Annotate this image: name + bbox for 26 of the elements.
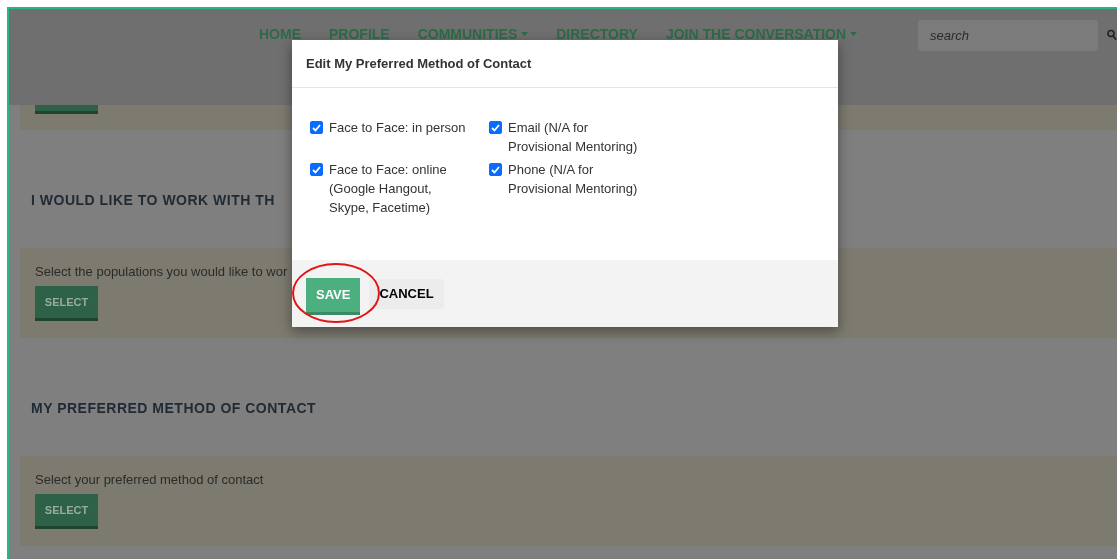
nav-link[interactable]: PROFILE bbox=[329, 26, 390, 42]
nav-link[interactable]: DIRECTORY bbox=[556, 26, 638, 42]
section-heading: MY PREFERRED METHOD OF CONTACT bbox=[31, 400, 317, 417]
option-label: Phone (N/A for Provisional Mentoring) bbox=[508, 161, 639, 198]
checkbox[interactable] bbox=[489, 121, 502, 134]
nav-link[interactable]: HOME bbox=[259, 26, 301, 42]
caret-icon bbox=[521, 32, 529, 36]
option-label: Face to Face: online (Google Hangout, Skype, Facetime) bbox=[329, 161, 448, 217]
nav-link[interactable]: JOIN THE CONVERSATION bbox=[665, 26, 858, 42]
prompt-text: Select the populations you would like to wor bbox=[35, 264, 289, 279]
select-button[interactable]: SELECT bbox=[35, 286, 98, 321]
search-icon[interactable] bbox=[1107, 29, 1117, 41]
checkbox[interactable] bbox=[489, 163, 502, 176]
modal-title: Edit My Preferred Method of Contact bbox=[292, 40, 838, 88]
option-label: Face to Face: in person bbox=[329, 119, 467, 137]
checkbox[interactable] bbox=[310, 163, 323, 176]
save-button[interactable]: SAVE bbox=[306, 277, 361, 315]
search-field[interactable]: search bbox=[918, 20, 1098, 51]
cancel-button[interactable]: CANCEL bbox=[369, 278, 444, 309]
caret-icon bbox=[850, 32, 858, 36]
option-label: Email (N/A for Provisional Mentoring) bbox=[508, 119, 639, 156]
checkbox[interactable] bbox=[310, 121, 323, 134]
section-heading: I WOULD LIKE TO WORK WITH TH bbox=[31, 192, 275, 209]
select-button[interactable]: SELECT bbox=[35, 494, 98, 529]
nav-link[interactable]: COMMUNITIES bbox=[417, 26, 529, 42]
prompt-text: Select your preferred method of contact bbox=[35, 472, 265, 487]
